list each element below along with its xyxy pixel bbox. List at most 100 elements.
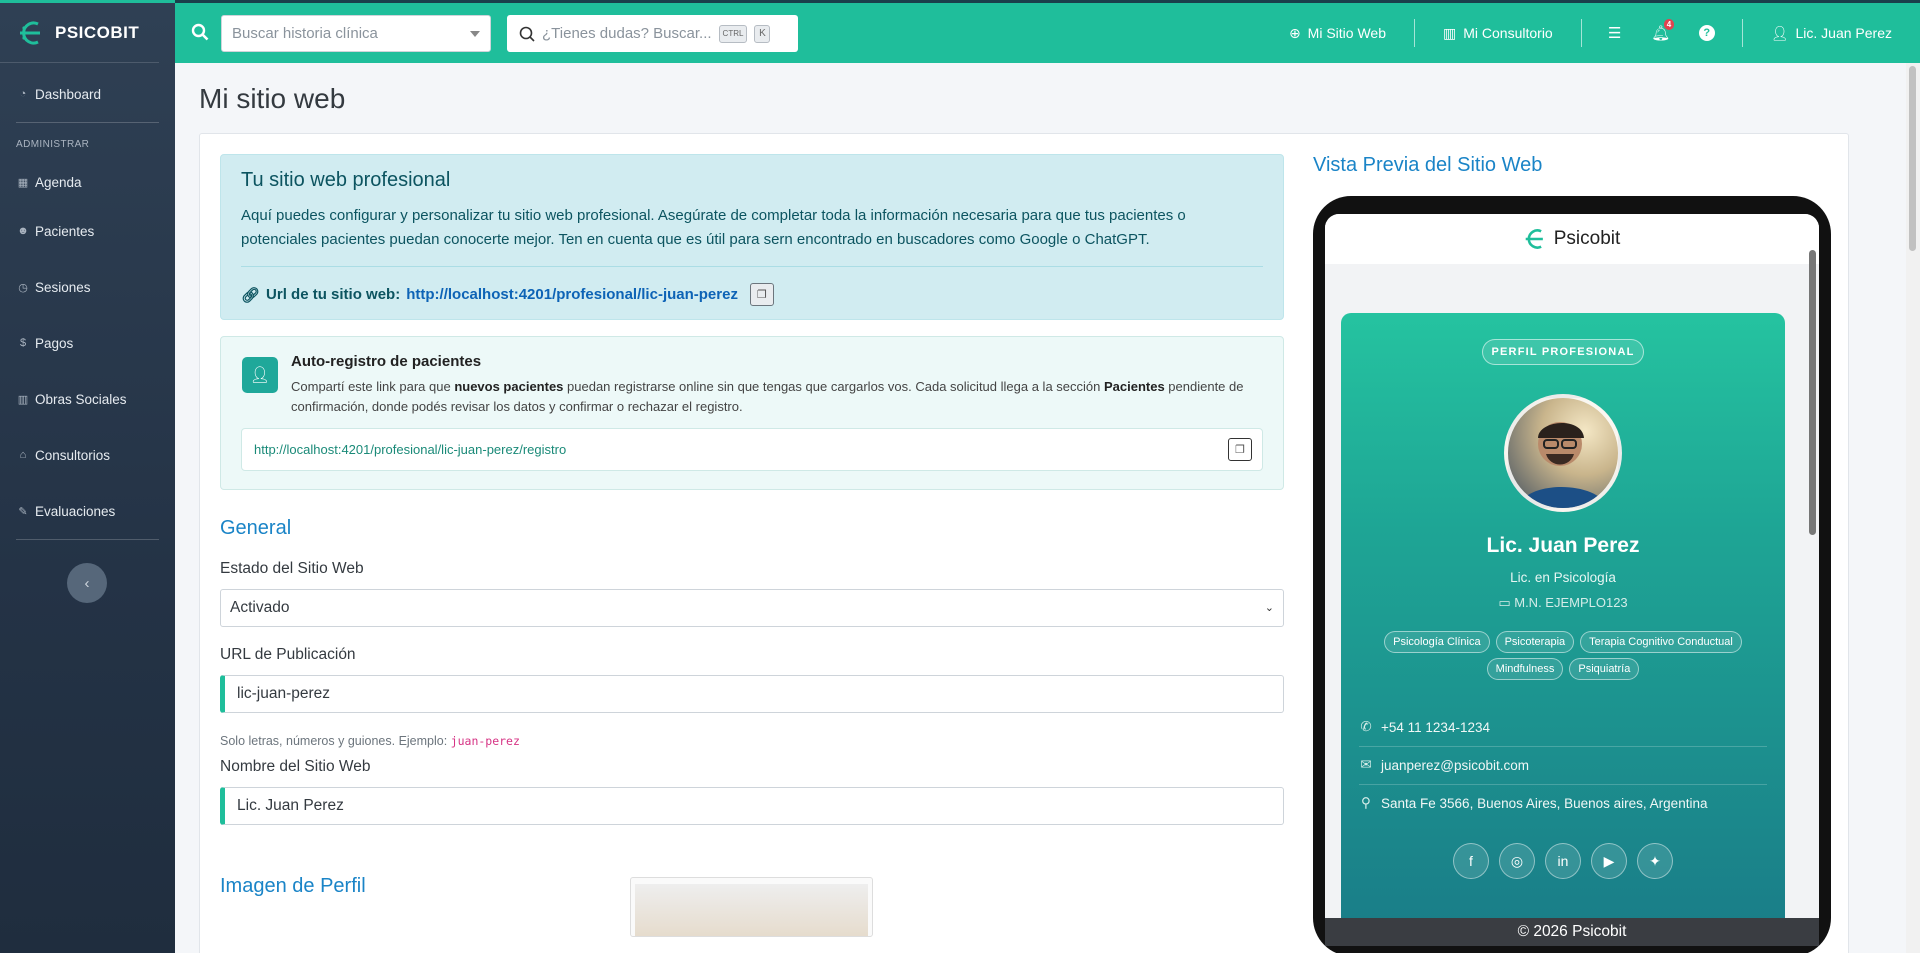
preview-title: Vista Previa del Sitio Web <box>1313 154 1543 176</box>
sidebar-item-label: Sesiones <box>35 279 91 295</box>
tasks-button[interactable]: ☰ <box>1592 24 1638 42</box>
specialty-tag: Psicoterapia <box>1495 631 1575 653</box>
nombre-sitio-input[interactable]: Lic. Juan Perez <box>220 787 1284 825</box>
sidebar-item-obras-sociales[interactable]: ▥ Obras Sociales <box>0 371 175 427</box>
help-search-input[interactable]: ¿Tienes dudas? Buscar... CTRL K <box>507 15 798 52</box>
info-body: Aquí puedes configurar y personalizar tu… <box>241 207 1186 248</box>
specialty-tags: Psicología Clínica Psicoterapia Terapia … <box>1351 631 1775 680</box>
user-menu[interactable]: 👤︎ Lic. Juan Perez <box>1743 19 1920 47</box>
copy-url-button[interactable]: ❐ <box>749 283 774 306</box>
contact-phone[interactable]: ✆ +54 11 1234-1234 <box>1359 719 1767 747</box>
sidebar-item-pacientes[interactable]: ☻ Pacientes <box>0 203 175 259</box>
building-icon: ▥ <box>17 393 29 406</box>
sidebar-item-dashboard[interactable]: ◔ Dashboard <box>0 66 175 122</box>
url-publicacion-label: URL de Publicación <box>220 646 356 663</box>
sidebar-item-label: Evaluaciones <box>35 503 116 519</box>
facebook-icon[interactable]: f <box>1453 843 1489 879</box>
copy-icon: ❐ <box>1235 444 1245 456</box>
sidebar-item-evaluaciones[interactable]: ✎ Evaluaciones <box>0 483 175 539</box>
sidebar-item-consultorios[interactable]: ⌂ Consultorios <box>0 427 175 483</box>
registro-link-field[interactable]: http://localhost:4201/profesional/lic-ju… <box>241 428 1263 471</box>
divider <box>16 539 159 540</box>
url-publicacion-value: lic-juan-perez <box>237 685 331 702</box>
linkedin-icon[interactable]: in <box>1545 843 1581 879</box>
psicobit-logo-icon <box>20 21 40 44</box>
profile-license: ▭ M.N. EJEMPLO123 <box>1498 595 1628 610</box>
url-help-example: juan-perez <box>450 734 520 748</box>
historia-clinica-placeholder: Buscar historia clínica <box>232 25 378 42</box>
user-icon: 👤︎ <box>1770 24 1789 41</box>
collapse-sidebar-button[interactable]: ‹ <box>67 563 107 603</box>
caret-down-icon <box>470 31 480 37</box>
site-url-row: 🔗︎ Url de tu sitio web: http://localhost… <box>241 283 1263 306</box>
section-imagen-perfil: Imagen de Perfil <box>220 875 366 897</box>
sidebar: PSICOBIT ◔ Dashboard ADMINISTRAR ▦ Agend… <box>0 0 175 953</box>
sidebar-item-sesiones[interactable]: ◷ Sesiones <box>0 259 175 315</box>
kbd-k: K <box>754 24 771 43</box>
chevron-left-icon: ‹ <box>84 574 90 592</box>
social-links: f ◎ in ▶ ✦ <box>1341 843 1785 879</box>
instagram-icon[interactable]: ◎ <box>1499 843 1535 879</box>
map-pin-icon: ⚲ <box>1361 795 1371 810</box>
calendar-icon: ▦ <box>17 176 29 189</box>
help-button[interactable]: ? <box>1684 25 1730 41</box>
historia-clinica-search-select[interactable]: Buscar historia clínica <box>221 15 491 52</box>
contact-address[interactable]: ⚲ Santa Fe 3566, Buenos Aires, Buenos ai… <box>1359 795 1767 822</box>
list-check-icon: ☰ <box>1607 25 1622 42</box>
dashboard-icon: ◔ <box>19 88 27 100</box>
page-title: Mi sitio web <box>199 83 346 114</box>
perfil-badge: PERFIL PROFESIONAL <box>1482 339 1644 365</box>
contact-email[interactable]: ✉ juanperez@psicobit.com <box>1359 757 1767 785</box>
site-url-link[interactable]: http://localhost:4201/profesional/lic-ju… <box>406 286 738 303</box>
auto-registro-title: Auto-registro de pacientes <box>291 353 482 370</box>
url-publicacion-input[interactable]: lic-juan-perez <box>220 675 1284 713</box>
url-help-text: Solo letras, números y guiones. Ejemplo:… <box>220 734 520 748</box>
nombre-sitio-value: Lic. Juan Perez <box>237 797 344 814</box>
page-scrollbar[interactable] <box>1906 63 1920 953</box>
notifications-button[interactable]: 🔔︎ 4 <box>1638 19 1684 42</box>
sidebar-item-label: Dashboard <box>35 86 102 102</box>
sidebar-item-label: Agenda <box>35 174 82 190</box>
settings-card: Tu sitio web profesional Aquí puedes con… <box>199 133 1849 953</box>
clock-icon: ◷ <box>18 281 28 294</box>
twitter-icon[interactable]: ✦ <box>1637 843 1673 879</box>
section-header: ADMINISTRAR <box>16 139 90 150</box>
estado-select[interactable]: Activado ⌄ <box>220 589 1284 627</box>
question-icon: ? <box>1698 25 1715 41</box>
profile-image-preview[interactable] <box>630 877 873 937</box>
copy-registro-button[interactable]: ❐ <box>1228 438 1252 461</box>
specialty-tag: Psicología Clínica <box>1384 631 1490 653</box>
help-search-placeholder: ¿Tienes dudas? Buscar... <box>542 25 712 42</box>
section-general: General <box>220 517 292 539</box>
globe-icon: ⊕ <box>1288 24 1301 41</box>
user-plus-icon: 👤︎ <box>242 357 278 393</box>
preview-scrollbar[interactable] <box>1809 250 1816 535</box>
auto-registro-desc: Compartí este link para que nuevos pacie… <box>291 379 1244 414</box>
id-card-icon: ▭ <box>1498 595 1515 610</box>
divider <box>241 266 1263 267</box>
chevron-down-icon: ⌄ <box>1264 602 1274 614</box>
youtube-icon[interactable]: ▶ <box>1591 843 1627 879</box>
sidebar-item-label: Obras Sociales <box>35 391 127 407</box>
mi-sitio-web-label: Mi Sitio Web <box>1307 25 1386 41</box>
preview-footer: © 2026 Psicobit <box>1325 918 1819 946</box>
psicobit-logo-icon <box>1525 229 1543 249</box>
mi-consultorio-link[interactable]: ▥ Mi Consultorio <box>1415 19 1581 47</box>
avatar <box>1504 394 1622 512</box>
sidebar-item-agenda[interactable]: ▦ Agenda <box>0 161 175 203</box>
home-icon: ⌂ <box>19 449 27 461</box>
mi-consultorio-label: Mi Consultorio <box>1463 25 1553 41</box>
mi-sitio-web-link[interactable]: ⊕ Mi Sitio Web <box>1261 19 1414 47</box>
copy-icon: ❐ <box>757 289 767 301</box>
brand-name: PSICOBIT <box>55 22 140 42</box>
specialty-tag: Terapia Cognitivo Conductual <box>1580 631 1742 653</box>
main-content: Mi sitio web Tu sitio web profesional Aq… <box>175 63 1897 953</box>
scrollbar-thumb[interactable] <box>1909 66 1916 251</box>
site-url-label: Url de tu sitio web: <box>266 286 401 303</box>
phone-icon: ✆ <box>1360 719 1372 734</box>
notification-badge: 4 <box>1663 19 1675 30</box>
sidebar-item-pagos[interactable]: $ Pagos <box>0 315 175 371</box>
kbd-ctrl: CTRL <box>718 24 748 43</box>
mail-icon: ✉ <box>1360 757 1372 772</box>
brand-logo[interactable]: PSICOBIT <box>0 3 159 63</box>
